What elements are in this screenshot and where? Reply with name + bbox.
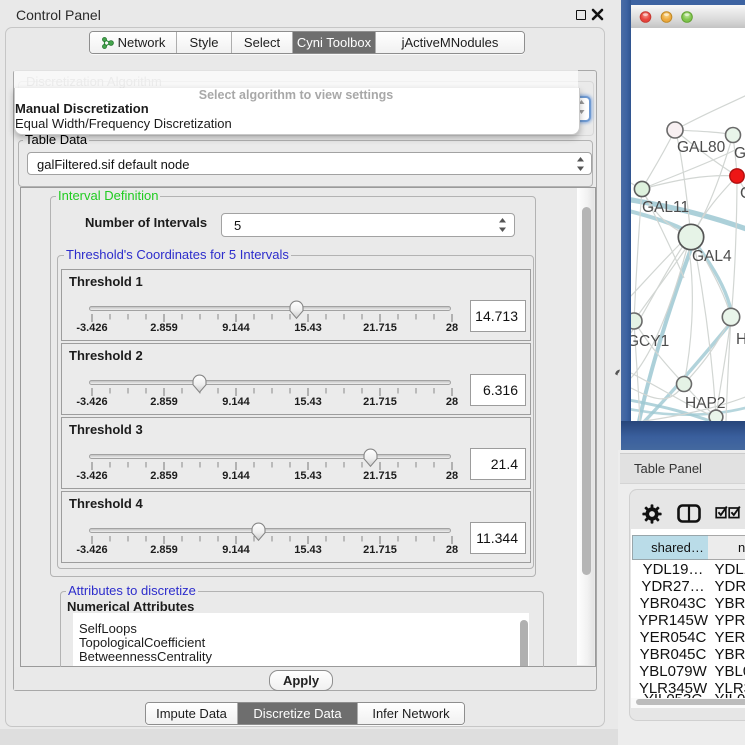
svg-text:HAP2: HAP2 [685,395,726,412]
svg-text:GCY1: GCY1 [631,333,669,350]
svg-text:GAL4: GAL4 [692,248,732,265]
svg-text:H: H [736,331,745,348]
svg-text:C: C [740,185,745,202]
svg-text:GAL11: GAL11 [642,199,689,216]
svg-text:GA: GA [734,145,745,162]
svg-text:GAL80: GAL80 [677,139,726,156]
